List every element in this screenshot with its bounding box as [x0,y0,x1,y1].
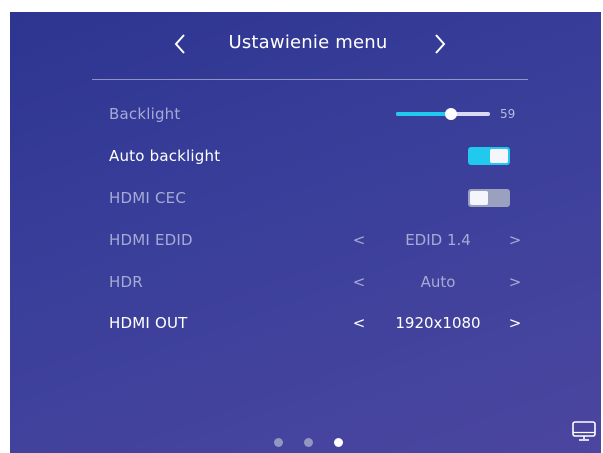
chevron-right-shape [435,34,446,54]
hdmi-cec-row: HDMI CEC [109,185,519,211]
hdmi-out-next-button[interactable]: > [507,310,523,336]
hdmi-out-label: HDMI OUT [109,314,188,332]
settings-screen: Ustawienie menu Backlight 59 Auto backli… [10,12,601,453]
hdmi-out-row: HDMI OUT < 1920x1080 > [109,310,521,336]
backlight-slider-knob[interactable] [445,108,458,120]
auto-backlight-toggle[interactable] [468,147,510,165]
header-divider [92,79,528,80]
page-dot-3[interactable] [334,438,343,447]
backlight-slider[interactable] [396,108,490,120]
menu-header: Ustawienie menu [10,12,601,80]
hdmi-edid-label: HDMI EDID [109,231,193,249]
hdmi-edid-next-button[interactable]: > [507,227,523,253]
hdmi-cec-toggle-thumb [470,191,488,205]
backlight-row: Backlight 59 [109,101,519,127]
chevron-left-shape [174,34,185,54]
backlight-value: 59 [500,107,516,121]
hdmi-out-value: 1920x1080 [395,314,481,332]
page-title: Ustawienie menu [228,32,388,53]
auto-backlight-label: Auto backlight [109,147,221,165]
hdr-label: HDR [109,273,143,291]
monitor-icon-shape [572,421,596,441]
chevron-left-icon[interactable] [168,32,192,56]
hdmi-edid-prev-button[interactable]: < [351,227,367,253]
hdmi-edid-value: EDID 1.4 [405,231,471,249]
hdr-next-button[interactable]: > [507,269,523,295]
page-indicator [272,436,352,450]
hdr-prev-button[interactable]: < [351,269,367,295]
hdmi-cec-toggle[interactable] [468,189,510,207]
chevron-right-icon[interactable] [428,32,452,56]
hdr-row: HDR < Auto > [109,269,521,295]
backlight-label: Backlight [109,105,181,123]
auto-backlight-row: Auto backlight [109,143,519,169]
page-dot-2[interactable] [304,438,313,447]
hdmi-edid-row: HDMI EDID < EDID 1.4 > [109,227,521,253]
auto-backlight-toggle-thumb [490,149,508,163]
hdmi-cec-label: HDMI CEC [109,189,186,207]
hdr-value: Auto [420,273,456,291]
backlight-slider-fill [396,112,452,116]
hdmi-out-prev-button[interactable]: < [351,310,367,336]
page-dot-1[interactable] [274,438,283,447]
monitor-icon[interactable] [571,420,597,442]
